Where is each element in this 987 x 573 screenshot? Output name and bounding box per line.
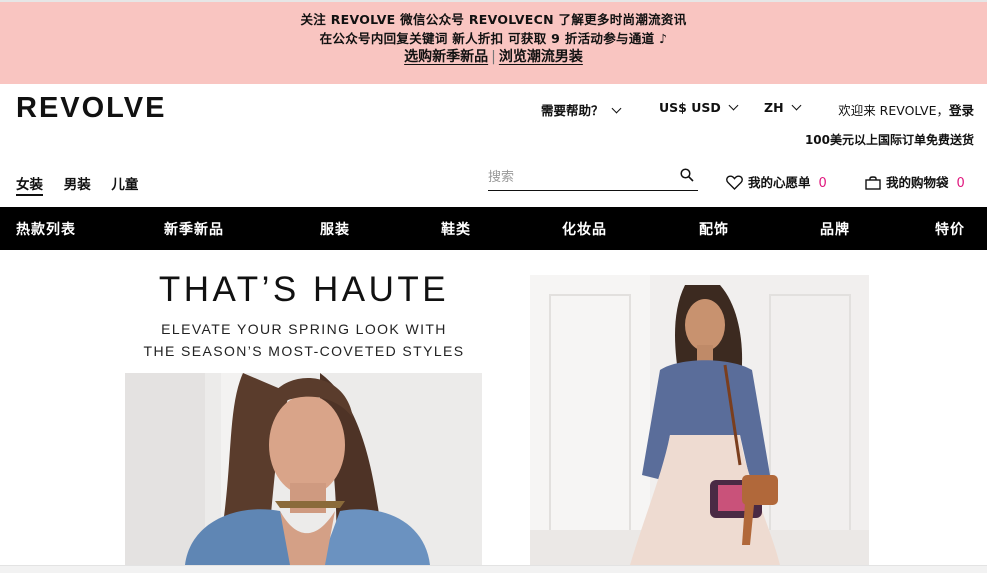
- bag-label: 我的购物袋: [886, 175, 949, 190]
- shop-new-link[interactable]: 选购新季新品: [404, 49, 488, 65]
- browse-men-link[interactable]: 浏览潮流男装: [499, 49, 583, 65]
- currency-dropdown[interactable]: US$ USD: [659, 100, 739, 115]
- nav-item-clothing[interactable]: 服装: [320, 219, 350, 239]
- language-label: ZH: [764, 100, 784, 115]
- nav-item-new-arrivals[interactable]: 新季新品: [164, 219, 224, 239]
- hero-subtitle-2: THE SEASON’S MOST-COVETED STYLES: [143, 343, 465, 359]
- search-icon[interactable]: [680, 168, 694, 182]
- free-shipping-note: 100美元以上国际订单免费送货: [804, 133, 974, 147]
- hero-title: THAT’S HAUTE: [158, 270, 450, 309]
- hero-photo-right[interactable]: [530, 275, 869, 565]
- nav-item-trending[interactable]: 热款列表: [16, 219, 76, 239]
- bag-icon: [865, 176, 881, 190]
- model-image-left: [125, 373, 482, 565]
- nav-item-beauty[interactable]: 化妆品: [562, 219, 607, 239]
- promo-line-2: 在公众号内回复关键词 新人折扣 可获取 9 折活动参与通道 ♪: [319, 31, 668, 46]
- welcome-text: 欢迎来 REVOLVE，登录: [838, 100, 974, 119]
- hero-photo-left[interactable]: [125, 373, 482, 565]
- promo-line-1: 关注 REVOLVE 微信公众号 REVOLVECN 了解更多时尚潮流资讯: [300, 12, 687, 27]
- hero-subtitle-1: ELEVATE YOUR SPRING LOOK WITH: [161, 321, 447, 337]
- search-input[interactable]: [488, 166, 668, 189]
- revolve-logo[interactable]: REVOLVE: [16, 92, 166, 125]
- chevron-down-icon: [791, 100, 801, 111]
- login-link[interactable]: 登录: [949, 103, 974, 118]
- help-label: 需要帮助？: [541, 103, 604, 118]
- bag-count: 0: [956, 176, 965, 191]
- language-dropdown[interactable]: ZH: [764, 100, 801, 115]
- promo-separator: |: [491, 49, 496, 65]
- promo-banner: 关注 REVOLVE 微信公众号 REVOLVECN 了解更多时尚潮流资讯 在公…: [0, 0, 987, 84]
- wishlist-count: 0: [818, 176, 827, 191]
- promo-links: 选购新季新品 | 浏览潮流男装: [0, 46, 987, 66]
- wishlist-link[interactable]: 我的心愿单 0: [726, 172, 827, 191]
- tab-women[interactable]: 女装: [16, 177, 43, 196]
- tab-men[interactable]: 男装: [64, 177, 91, 193]
- heart-icon: [726, 175, 743, 190]
- gender-tabs: 女装 男装 儿童: [16, 173, 154, 196]
- tab-kids[interactable]: 儿童: [111, 177, 138, 193]
- search-box: [488, 166, 698, 191]
- nav-item-accessories[interactable]: 配饰: [699, 219, 729, 239]
- nav-item-shoes[interactable]: 鞋类: [441, 219, 471, 239]
- chevron-down-icon: [611, 103, 621, 114]
- nav-item-sale[interactable]: 特价: [935, 219, 965, 239]
- wishlist-label: 我的心愿单: [748, 175, 811, 190]
- main-nav: 热款列表 新季新品 服装 鞋类 化妆品 配饰 品牌 特价: [0, 207, 987, 250]
- nav-item-brands[interactable]: 品牌: [820, 219, 850, 239]
- chevron-down-icon: [728, 100, 739, 111]
- shopping-bag-link[interactable]: 我的购物袋 0: [865, 172, 965, 191]
- currency-label: US$ USD: [659, 100, 721, 115]
- model-image-right: [530, 275, 869, 565]
- welcome-label: 欢迎来 REVOLVE，: [838, 103, 949, 118]
- help-dropdown[interactable]: 需要帮助？: [541, 100, 621, 119]
